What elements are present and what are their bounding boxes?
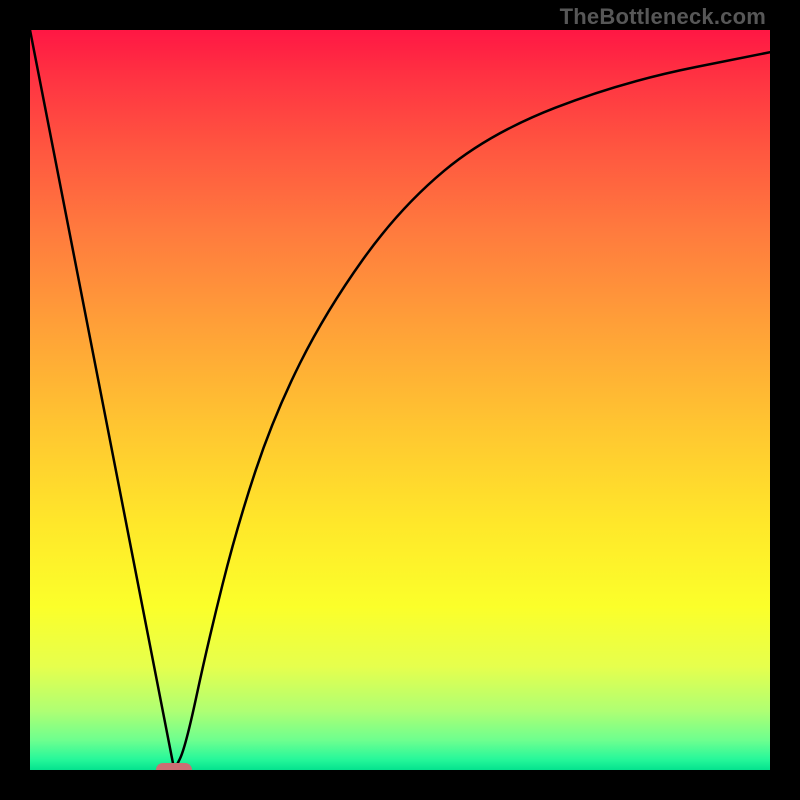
chart-curve-svg <box>30 30 770 770</box>
minimum-marker <box>156 763 192 770</box>
chart-plot-area <box>30 30 770 770</box>
curve-path <box>30 30 770 770</box>
attribution-text: TheBottleneck.com <box>560 4 766 30</box>
